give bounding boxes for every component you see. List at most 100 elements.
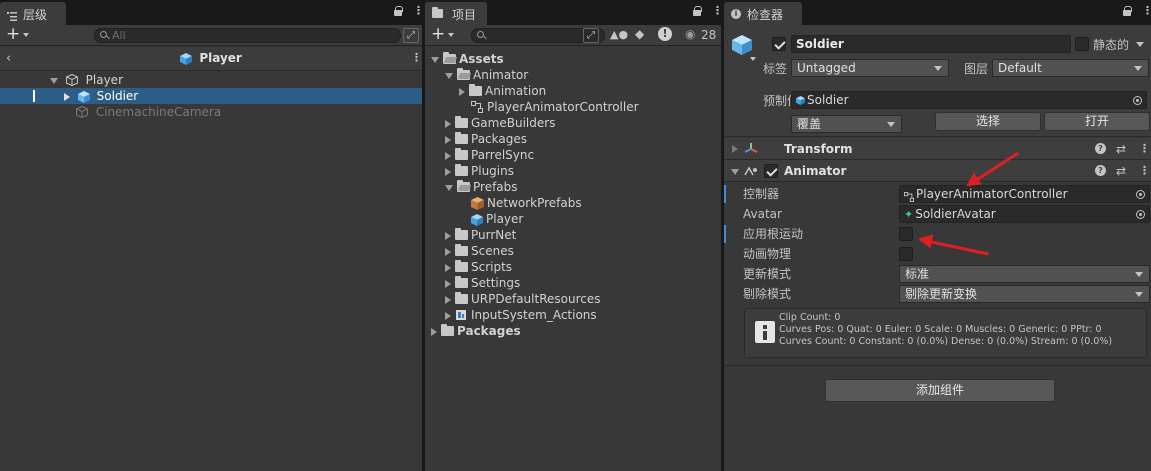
collapse-arrow-icon[interactable] (431, 327, 437, 336)
object-picker-icon[interactable] (1136, 190, 1145, 199)
project-item-input-system-actions[interactable]: InputSystem_Actions (425, 307, 721, 323)
controller-field[interactable]: PlayerAnimatorController (899, 185, 1150, 203)
inspector-tab[interactable]: i 检查器 (724, 2, 802, 26)
root-motion-checkbox[interactable] (899, 227, 913, 241)
avatar-field[interactable]: ✦ SoldierAvatar (899, 205, 1150, 223)
hierarchy-panel: 层级 ⋮ + All ⤢ ‹ Player ⋮ Player Soldier C… (0, 0, 424, 471)
project-item-settings[interactable]: Settings (425, 275, 721, 291)
visibility-eye-icon[interactable]: ◉ (685, 27, 695, 41)
add-icon[interactable]: + (431, 26, 445, 43)
project-item-label: InputSystem_Actions (471, 308, 597, 322)
more-menu-icon[interactable]: ⋮ (712, 5, 723, 16)
collapse-arrow-icon[interactable] (445, 247, 451, 256)
object-picker-icon[interactable] (1136, 210, 1145, 219)
hierarchy-search-input[interactable]: All (94, 28, 401, 43)
project-item-animation[interactable]: Animation (425, 83, 721, 99)
tag-dropdown[interactable]: Untagged (791, 59, 949, 77)
hierarchy-tab[interactable]: 层级 (0, 2, 66, 26)
culling-mode-dropdown[interactable]: 剔除更新变换 (899, 285, 1150, 303)
transform-component-header[interactable]: Transform ? ⇄ ⋮ (724, 138, 1151, 160)
object-name-field[interactable]: Soldier (791, 35, 1071, 53)
search-mode-button[interactable]: ⤢ (403, 28, 419, 43)
expand-arrow-icon[interactable] (445, 184, 453, 191)
project-item-packages[interactable]: Packages (425, 131, 721, 147)
hierarchy-item-soldier[interactable]: Soldier (0, 88, 422, 104)
expand-arrow-icon[interactable] (431, 56, 439, 63)
project-item-network-prefabs[interactable]: NetworkPrefabs (425, 195, 721, 211)
expand-arrow-icon[interactable] (50, 77, 58, 84)
icon-dropdown-icon[interactable] (750, 57, 756, 61)
modified-indicator (724, 185, 726, 203)
warning-icon[interactable]: ! (658, 27, 672, 41)
project-item-animator[interactable]: Animator (425, 67, 721, 83)
lock-icon[interactable] (394, 5, 403, 16)
scene-more-icon[interactable]: ⋮ (411, 52, 422, 63)
add-icon[interactable]: + (6, 26, 20, 43)
collapse-arrow-icon[interactable] (445, 295, 451, 304)
expand-arrow-icon[interactable] (445, 72, 453, 79)
label-tag-icon[interactable]: ◆ (635, 27, 644, 41)
animate-physics-checkbox[interactable] (899, 247, 913, 261)
expand-arrow-icon[interactable] (731, 169, 739, 175)
more-menu-icon[interactable]: ⋮ (1142, 5, 1151, 16)
collapse-arrow-icon[interactable] (445, 231, 451, 240)
component-menu-icon[interactable]: ⋮ (1139, 165, 1150, 176)
collapse-arrow-icon[interactable] (445, 167, 451, 176)
project-item-assets[interactable]: Assets (425, 51, 721, 67)
add-dropdown-icon[interactable] (23, 33, 29, 37)
hierarchy-item-player[interactable]: Player (0, 72, 422, 88)
lock-icon[interactable] (693, 5, 702, 16)
collapse-arrow-icon[interactable] (445, 263, 451, 272)
project-item-urp-default-resources[interactable]: URPDefaultResources (425, 291, 721, 307)
culling-mode-label: 剔除模式 (743, 287, 792, 301)
project-item-parrelsync[interactable]: ParrelSync (425, 147, 721, 163)
project-item-scenes[interactable]: Scenes (425, 243, 721, 259)
object-prefab-icon[interactable] (732, 35, 752, 58)
project-tab[interactable]: 项目 (425, 2, 487, 26)
active-checkbox[interactable] (772, 37, 786, 51)
collapse-arrow-icon[interactable] (64, 92, 70, 101)
project-item-label: NetworkPrefabs (487, 196, 582, 210)
project-item-packages-root[interactable]: Packages (425, 323, 721, 339)
component-menu-icon[interactable]: ⋮ (1139, 143, 1150, 154)
project-item-player-prefab[interactable]: Player (425, 211, 721, 227)
static-dropdown-icon[interactable] (1136, 42, 1144, 47)
object-picker-icon[interactable] (1133, 96, 1142, 105)
collapse-arrow-icon[interactable] (445, 135, 451, 144)
project-item-prefabs[interactable]: Prefabs (425, 179, 721, 195)
add-dropdown-icon[interactable] (448, 33, 454, 37)
static-checkbox[interactable] (1075, 37, 1089, 51)
collapse-arrow-icon[interactable] (445, 311, 451, 320)
filter-type-icon[interactable]: ▲● (610, 28, 628, 41)
project-item-gamebuilders[interactable]: GameBuilders (425, 115, 721, 131)
more-menu-icon[interactable]: ⋮ (413, 5, 424, 16)
collapse-arrow-icon[interactable] (445, 119, 451, 128)
layer-dropdown[interactable]: Default (992, 59, 1149, 77)
collapse-arrow-icon[interactable] (445, 279, 451, 288)
project-item-player-animator-controller[interactable]: PlayerAnimatorController (425, 99, 721, 115)
layer-value: Default (998, 61, 1042, 75)
presets-icon[interactable]: ⇄ (1116, 160, 1126, 182)
presets-icon[interactable]: ⇄ (1116, 138, 1126, 160)
animator-component-header[interactable]: Animator ? ⇄ ⋮ (724, 160, 1151, 182)
overrides-dropdown[interactable]: 覆盖 (791, 115, 902, 133)
collapse-arrow-icon[interactable] (732, 145, 738, 153)
select-button[interactable]: 选择 (935, 112, 1041, 131)
project-item-scripts[interactable]: Scripts (425, 259, 721, 275)
search-mode-button[interactable]: ⤢ (583, 28, 599, 43)
project-item-plugins[interactable]: Plugins (425, 163, 721, 179)
collapse-arrow-icon[interactable] (445, 151, 451, 160)
help-icon[interactable]: ? (1095, 165, 1106, 176)
add-component-button[interactable]: 添加组件 (825, 379, 1055, 402)
open-folder-icon (443, 51, 456, 64)
project-item-label: Prefabs (473, 180, 518, 194)
prefab-field[interactable]: Soldier (791, 91, 1147, 109)
help-icon[interactable]: ? (1095, 143, 1106, 154)
open-button[interactable]: 打开 (1044, 112, 1150, 131)
lock-icon[interactable] (1123, 5, 1132, 16)
collapse-arrow-icon[interactable] (459, 87, 465, 96)
hierarchy-item-cinemachine-camera[interactable]: CinemachineCamera (0, 104, 422, 120)
update-mode-dropdown[interactable]: 标准 (899, 265, 1150, 283)
project-item-purrnet[interactable]: PurrNet (425, 227, 721, 243)
animator-enabled-checkbox[interactable] (764, 164, 778, 178)
